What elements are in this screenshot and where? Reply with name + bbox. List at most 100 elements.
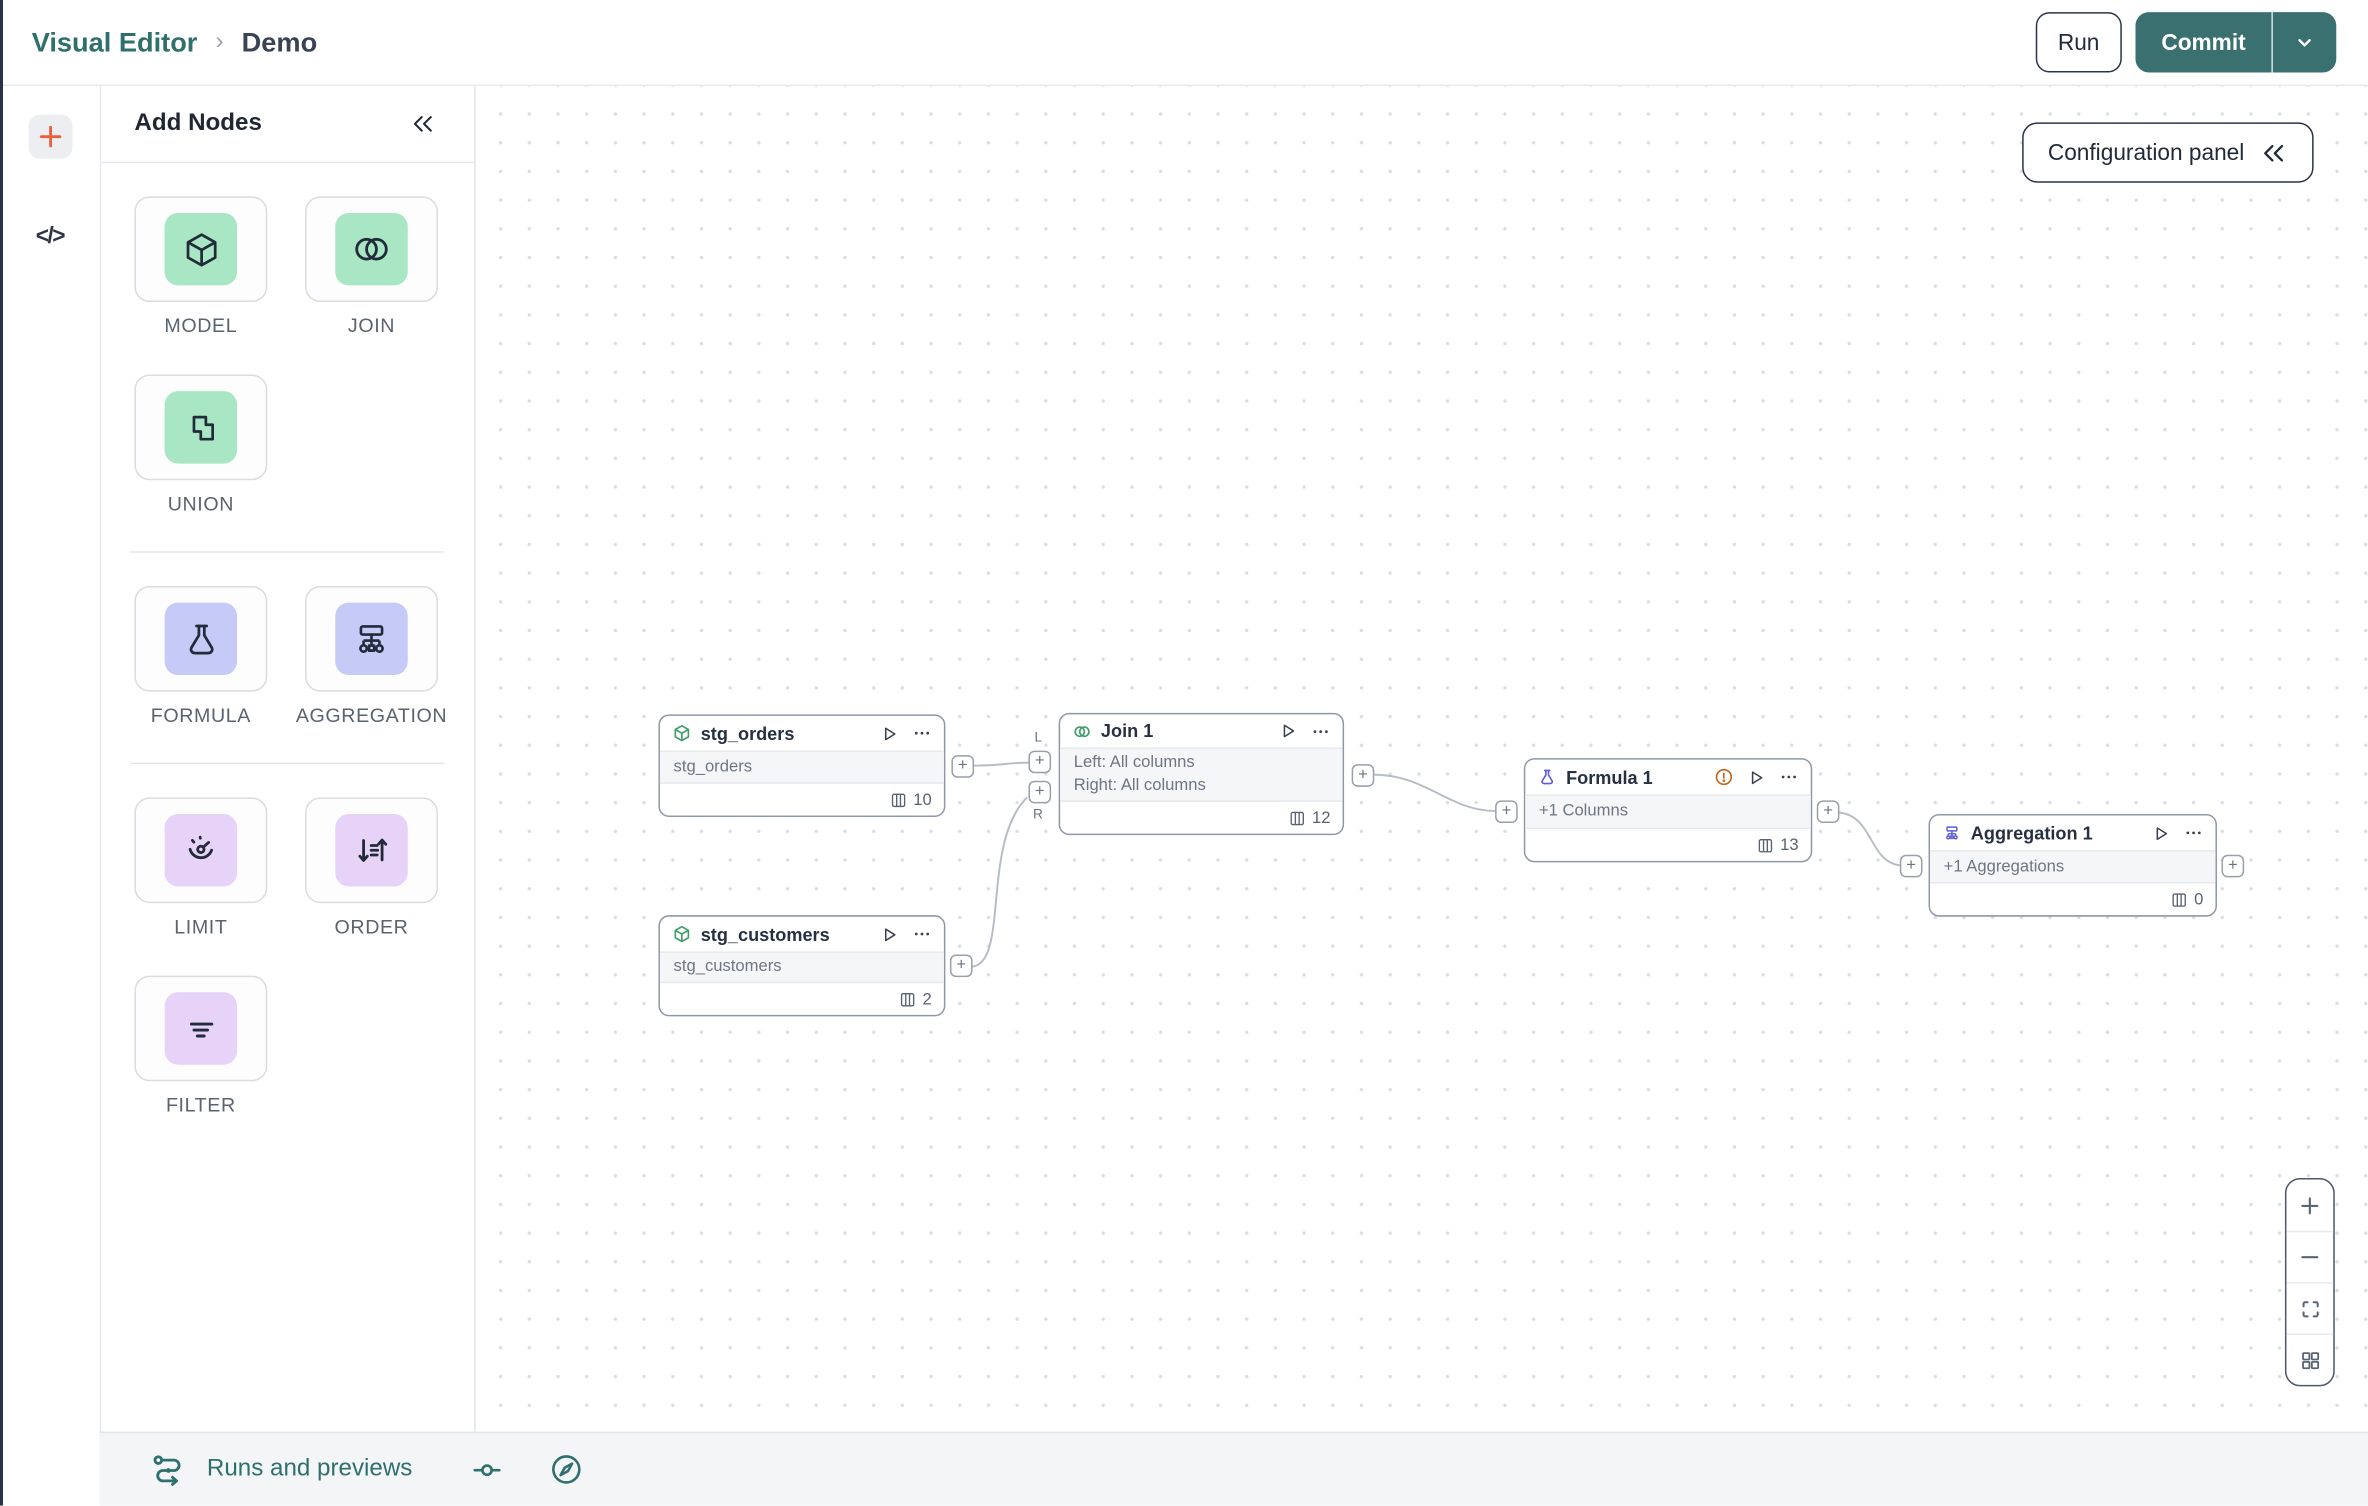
tile-label: MODEL	[164, 314, 238, 337]
output-handle-aggregation[interactable]: +	[2221, 854, 2245, 878]
tile-group-sources: MODEL JOIN UNION	[134, 196, 439, 515]
collapse-panel-button[interactable]	[406, 109, 439, 139]
tile-model[interactable]: MODEL	[134, 196, 268, 337]
columns-icon	[898, 990, 916, 1008]
warning-icon	[1714, 767, 1734, 787]
config-panel-label: Configuration panel	[2047, 139, 2245, 166]
columns-icon	[1756, 836, 1774, 854]
node-title: stg_orders	[700, 722, 795, 744]
tile-label: UNION	[167, 492, 234, 515]
columns-count: 12	[1311, 809, 1331, 828]
commit-dropdown-button[interactable]	[2272, 12, 2337, 73]
add-nodes-panel-body: MODEL JOIN UNION FORMULA AGGREGATION LIM…	[100, 163, 475, 1116]
cube-icon	[672, 924, 692, 944]
add-nodes-panel-header: Add Nodes	[99, 86, 475, 164]
tile-label: ORDER	[334, 915, 409, 938]
tile-formula[interactable]: FORMULA	[134, 585, 268, 727]
node-subtitle: stg_customers	[673, 957, 782, 976]
node-join-1[interactable]: Join 1 Left: All columns Right: All colu…	[1058, 712, 1345, 836]
play-icon[interactable]	[2152, 824, 2170, 842]
runs-route-icon[interactable]	[150, 1451, 188, 1489]
zoom-out-button[interactable]	[2286, 1230, 2334, 1282]
tile-filter[interactable]: FILTER	[134, 975, 268, 1117]
cube-icon	[672, 723, 692, 743]
columns-count: 2	[922, 989, 932, 1009]
tile-limit[interactable]: LIMIT	[134, 797, 268, 938]
join-right-config: Right: All columns	[1073, 776, 1206, 796]
output-handle-formula[interactable]: +	[1816, 800, 1840, 824]
input-handle-join-right[interactable]: +	[1028, 780, 1052, 804]
node-title: Aggregation 1	[1970, 822, 2093, 844]
flask-icon	[1537, 767, 1557, 787]
output-handle-join[interactable]: +	[1351, 764, 1375, 787]
tile-order[interactable]: ORDER	[305, 797, 438, 938]
add-node-button[interactable]	[27, 114, 72, 159]
tile-label: LIMIT	[174, 915, 228, 938]
tile-label: FILTER	[165, 1093, 236, 1117]
add-nodes-panel: Add Nodes MODEL JOIN UNION FORMULA AGGRE…	[99, 86, 476, 1432]
chevron-down-icon	[2292, 30, 2316, 54]
output-handle-stg-customers[interactable]: +	[949, 954, 973, 978]
configuration-panel-button[interactable]: Configuration panel	[2022, 122, 2314, 183]
run-button[interactable]: Run	[2035, 12, 2123, 73]
breadcrumb-separator-icon: ›	[215, 28, 224, 55]
columns-count: 10	[913, 790, 932, 809]
tile-join[interactable]: JOIN	[305, 196, 438, 337]
play-icon[interactable]	[880, 925, 898, 943]
tile-group-filters: LIMIT ORDER FILTER	[134, 797, 439, 1116]
commit-split-button: Commit	[2135, 12, 2337, 73]
more-menu-icon[interactable]	[1311, 721, 1331, 741]
breadcrumb: Visual Editor › Demo	[32, 26, 317, 58]
union-icon	[180, 407, 221, 448]
more-menu-icon[interactable]	[912, 924, 932, 944]
more-menu-icon[interactable]	[2184, 823, 2204, 843]
canvas-zoom-controls	[2284, 1177, 2335, 1387]
plus-icon	[35, 122, 64, 151]
panel-divider	[129, 762, 444, 765]
fit-view-icon	[2298, 1297, 2322, 1321]
compass-icon[interactable]	[548, 1451, 584, 1487]
node-aggregation-1[interactable]: Aggregation 1 +1 Aggregations 0	[1928, 813, 2217, 917]
breadcrumb-page-title: Demo	[241, 26, 318, 57]
double-chevron-left-icon	[2259, 140, 2288, 166]
tile-aggregation[interactable]: AGGREGATION	[296, 585, 447, 726]
node-title: Formula 1	[1566, 766, 1653, 788]
plus-icon	[2297, 1192, 2323, 1218]
node-title: stg_customers	[700, 923, 830, 945]
runs-and-previews-label[interactable]: Runs and previews	[207, 1456, 413, 1483]
tidy-layout-button[interactable]	[2286, 1333, 2334, 1385]
commit-button[interactable]: Commit	[2135, 12, 2273, 73]
play-icon[interactable]	[1279, 722, 1297, 740]
fit-view-button[interactable]	[2286, 1282, 2334, 1333]
grid-icon	[2298, 1348, 2322, 1372]
top-bar: Visual Editor › Demo Run Commit	[0, 0, 2368, 87]
node-stg-customers[interactable]: stg_customers stg_customers 2	[658, 915, 946, 1017]
node-title: Join 1	[1100, 720, 1154, 742]
input-handle-aggregation[interactable]: +	[1899, 854, 1923, 878]
commit-node-icon[interactable]	[470, 1452, 505, 1487]
sort-icon	[350, 829, 392, 871]
bottom-bar: Runs and previews	[99, 1431, 2368, 1506]
zoom-in-button[interactable]	[2286, 1179, 2333, 1230]
output-handle-stg-orders[interactable]: +	[951, 755, 975, 778]
play-icon[interactable]	[1747, 768, 1765, 786]
play-icon[interactable]	[880, 724, 898, 742]
tile-group-transforms: FORMULA AGGREGATION	[134, 585, 447, 727]
gauge-icon	[180, 829, 222, 871]
header-actions: Run Commit	[2035, 12, 2337, 73]
input-handle-formula[interactable]: +	[1495, 800, 1518, 824]
tile-union[interactable]: UNION	[134, 374, 268, 515]
code-view-toggle[interactable]: </>	[27, 222, 73, 251]
node-formula-1[interactable]: Formula 1 +1 Columns 13	[1523, 758, 1813, 863]
input-handle-join-left[interactable]: +	[1028, 750, 1052, 774]
columns-icon	[1288, 809, 1306, 827]
breadcrumb-visual-editor[interactable]: Visual Editor	[32, 26, 198, 58]
tile-label: FORMULA	[150, 703, 251, 727]
minus-icon	[2297, 1244, 2323, 1270]
node-stg-orders[interactable]: stg_orders stg_orders 10	[658, 714, 946, 818]
venn-icon	[1072, 721, 1092, 741]
more-menu-icon[interactable]	[912, 723, 932, 743]
more-menu-icon[interactable]	[1779, 767, 1799, 787]
aggregation-summary: +1 Aggregations	[1943, 857, 2065, 876]
tile-label: AGGREGATION	[295, 703, 448, 727]
